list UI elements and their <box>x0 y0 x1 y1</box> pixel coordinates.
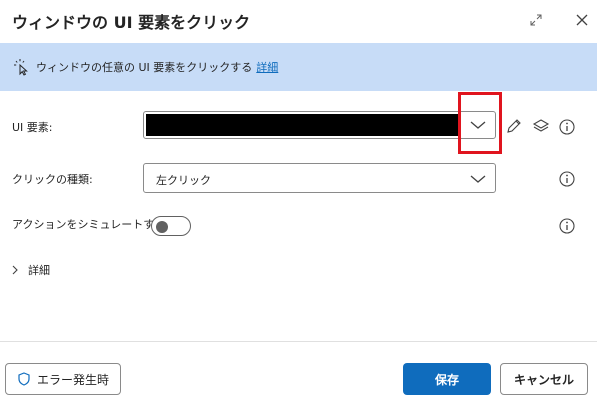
chevron-right-icon <box>12 265 18 275</box>
ui-element-label: UI 要素: <box>12 121 53 134</box>
dialog-title-bar: ウィンドウの UI 要素をクリック <box>0 0 597 42</box>
click-type-value: 左クリック <box>156 174 211 187</box>
save-button[interactable]: 保存 <box>403 363 491 395</box>
banner-text: ウィンドウの任意の UI 要素をクリックする 詳細 <box>36 59 278 75</box>
simulate-action-label: アクションをシミュレートする: <box>12 218 169 231</box>
close-icon <box>576 14 588 26</box>
details-label: 詳細 <box>28 264 50 277</box>
banner-description: ウィンドウの任意の UI 要素をクリックする <box>36 61 253 74</box>
redacted-value <box>146 114 459 136</box>
on-error-button[interactable]: エラー発生時 <box>5 363 121 395</box>
click-type-info[interactable] <box>557 169 577 189</box>
pointer-click-icon <box>14 59 28 76</box>
click-type-label: クリックの種類: <box>12 173 93 186</box>
dialog-title: ウィンドウの UI 要素をクリック <box>12 13 251 32</box>
close-button[interactable] <box>569 7 595 33</box>
chevron-down-icon <box>470 175 486 183</box>
toggle-knob <box>156 221 168 233</box>
info-icon <box>559 171 575 187</box>
simulate-action-info[interactable] <box>557 216 577 236</box>
ui-elements-button[interactable] <box>531 116 551 136</box>
expand-button[interactable] <box>523 7 549 33</box>
click-type-dropdown[interactable]: 左クリック <box>143 163 496 193</box>
banner-details-link[interactable]: 詳細 <box>256 61 278 74</box>
on-error-label: エラー発生時 <box>36 372 109 387</box>
pencil-icon <box>507 119 521 133</box>
layers-icon <box>532 119 550 132</box>
info-banner: ウィンドウの任意の UI 要素をクリックする 詳細 <box>0 43 597 91</box>
simulate-action-toggle[interactable] <box>151 216 191 236</box>
chevron-down-icon <box>470 121 486 129</box>
edit-button[interactable] <box>504 116 524 136</box>
cancel-button[interactable]: キャンセル <box>500 363 588 395</box>
info-icon <box>559 218 575 234</box>
ui-element-dropdown[interactable] <box>143 111 496 139</box>
details-expander[interactable]: 詳細 <box>10 262 50 278</box>
shield-icon <box>18 372 30 386</box>
expand-icon <box>530 14 542 26</box>
footer-divider <box>0 341 597 342</box>
ui-element-info[interactable] <box>557 117 577 137</box>
info-icon <box>559 119 575 135</box>
